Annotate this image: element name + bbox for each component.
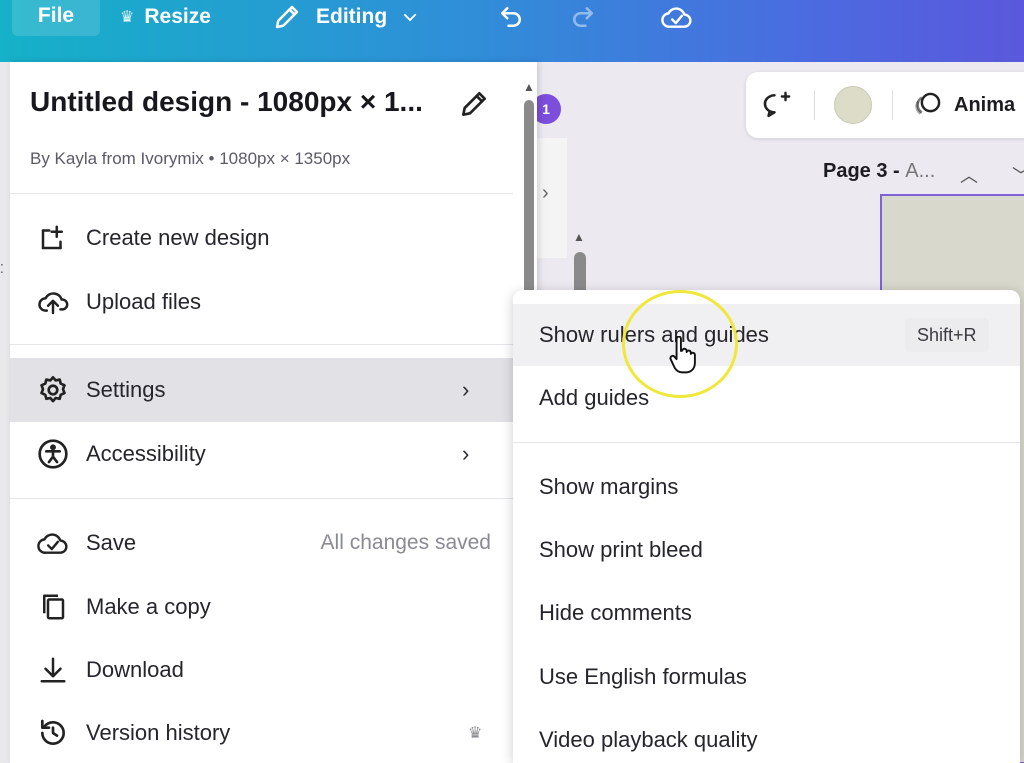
design-subtitle: By Kayla from Ivorymix • 1080px × 1350px [30, 149, 351, 168]
submenu-item-video-playback-quality[interactable]: Video playback quality [513, 709, 1020, 763]
edit-title-pencil-icon[interactable] [458, 88, 490, 125]
submenu-item-show-rulers-and-guides[interactable]: Show rulers and guides Shift+R [513, 304, 1020, 366]
editing-mode-button[interactable]: Editing [272, 0, 433, 34]
chevron-right-icon: › [462, 441, 470, 466]
chevron-right-icon: › [462, 377, 470, 402]
chevron-down-icon[interactable]: ﹀ [1012, 162, 1024, 188]
download-icon [36, 653, 70, 687]
animate-button-label[interactable]: Anima [954, 94, 1015, 117]
keyboard-shortcut-badge: Shift+R [905, 318, 989, 352]
gear-icon [36, 373, 70, 407]
cloud-check-icon [661, 7, 692, 28]
submenu-item-label: Show print bleed [539, 537, 703, 562]
settings-submenu: Show rulers and guides Shift+R Add guide… [513, 290, 1020, 763]
submenu-item-show-print-bleed[interactable]: Show print bleed [513, 519, 1020, 581]
save-status-button[interactable] [660, 0, 694, 34]
page-title-main: Page 3 - [823, 160, 906, 182]
upload-cloud-icon [36, 285, 70, 319]
menu-divider [10, 193, 513, 194]
menu-item-version-history[interactable]: Version history ♛ [10, 701, 513, 763]
add-comment-icon[interactable] [760, 90, 794, 125]
design-title[interactable]: Untitled design - 1080px × 1... [30, 86, 423, 118]
menu-item-label: Download [86, 657, 184, 682]
scroll-up-arrow-icon[interactable]: ▲ [523, 80, 535, 94]
undo-button[interactable] [496, 0, 526, 34]
file-button-label: File [37, 4, 75, 27]
menu-item-label: Settings [86, 377, 166, 402]
chevron-right-icon[interactable]: › [542, 182, 549, 205]
page-title-sub: A... [905, 160, 936, 182]
submenu-item-label: Show margins [539, 474, 679, 499]
page-title[interactable]: Page 3 - A... [823, 160, 935, 183]
resize-button[interactable]: ♛ Resize [120, 0, 211, 34]
menu-item-accessibility[interactable]: Accessibility › [10, 422, 513, 486]
save-status-text: All changes saved [320, 531, 491, 554]
canvas-toolbar: Anima [746, 72, 1024, 138]
accessibility-icon [36, 437, 70, 471]
menu-divider [10, 498, 513, 499]
editing-mode-label: Editing [316, 5, 388, 28]
file-menu-panel: Untitled design - 1080px × 1... By Kayla… [10, 62, 537, 763]
resize-button-label: Resize [144, 5, 211, 28]
scrollbar-thumb[interactable] [524, 100, 534, 300]
menu-item-label: Accessibility [86, 441, 206, 466]
undo-icon [501, 7, 521, 27]
submenu-item-hide-comments[interactable]: Hide comments [513, 582, 1020, 644]
menu-item-upload-files[interactable]: Upload files [10, 270, 513, 334]
menu-item-label: Make a copy [86, 594, 211, 619]
menu-item-save[interactable]: Save All changes saved [10, 511, 513, 575]
toolbar-divider [814, 90, 815, 120]
menu-item-settings[interactable]: Settings › [10, 358, 513, 422]
submenu-item-label: Video playback quality [539, 727, 758, 752]
menu-item-label: Save [86, 530, 137, 555]
submenu-item-show-margins[interactable]: Show margins [513, 456, 1020, 518]
menu-divider [10, 344, 513, 345]
redo-button[interactable] [568, 0, 598, 34]
menu-item-download[interactable]: Download [10, 638, 513, 702]
menu-item-label: Version history [86, 720, 231, 745]
copy-icon [36, 590, 70, 624]
menu-item-label: Create new design [86, 225, 270, 250]
file-menu-button[interactable]: File [12, 0, 100, 36]
crown-icon: ♛ [468, 725, 483, 742]
menu-item-create-new-design[interactable]: Create new design [10, 206, 513, 270]
submenu-item-use-english-formulas[interactable]: Use English formulas [513, 646, 1020, 708]
menu-item-make-a-copy[interactable]: Make a copy [10, 575, 513, 639]
cloud-check-icon [36, 526, 70, 560]
submenu-item-label: Hide comments [539, 600, 692, 625]
submenu-item-label: Add guides [539, 385, 650, 410]
color-swatch[interactable] [834, 86, 872, 124]
submenu-item-label: Use English formulas [539, 664, 747, 689]
redo-icon [573, 7, 593, 27]
top-toolbar: File ♛ Resize Editing [0, 0, 1024, 62]
edge-marker: ⁚ [0, 262, 4, 276]
animate-icon[interactable] [912, 90, 944, 125]
history-icon [36, 716, 70, 750]
add-design-icon [36, 221, 70, 255]
crown-icon: ♛ [120, 9, 135, 26]
menu-divider [513, 442, 1020, 443]
submenu-item-add-guides[interactable]: Add guides [513, 367, 1020, 429]
scroll-up-arrow-icon[interactable]: ▲ [573, 230, 585, 244]
chevron-down-icon [403, 13, 417, 22]
toolbar-divider [892, 90, 893, 120]
pencil-icon [275, 5, 299, 29]
chevron-up-icon[interactable]: ︿ [960, 162, 978, 188]
menu-item-label: Upload files [86, 289, 201, 314]
hand-pointer-cursor-icon [668, 335, 696, 379]
